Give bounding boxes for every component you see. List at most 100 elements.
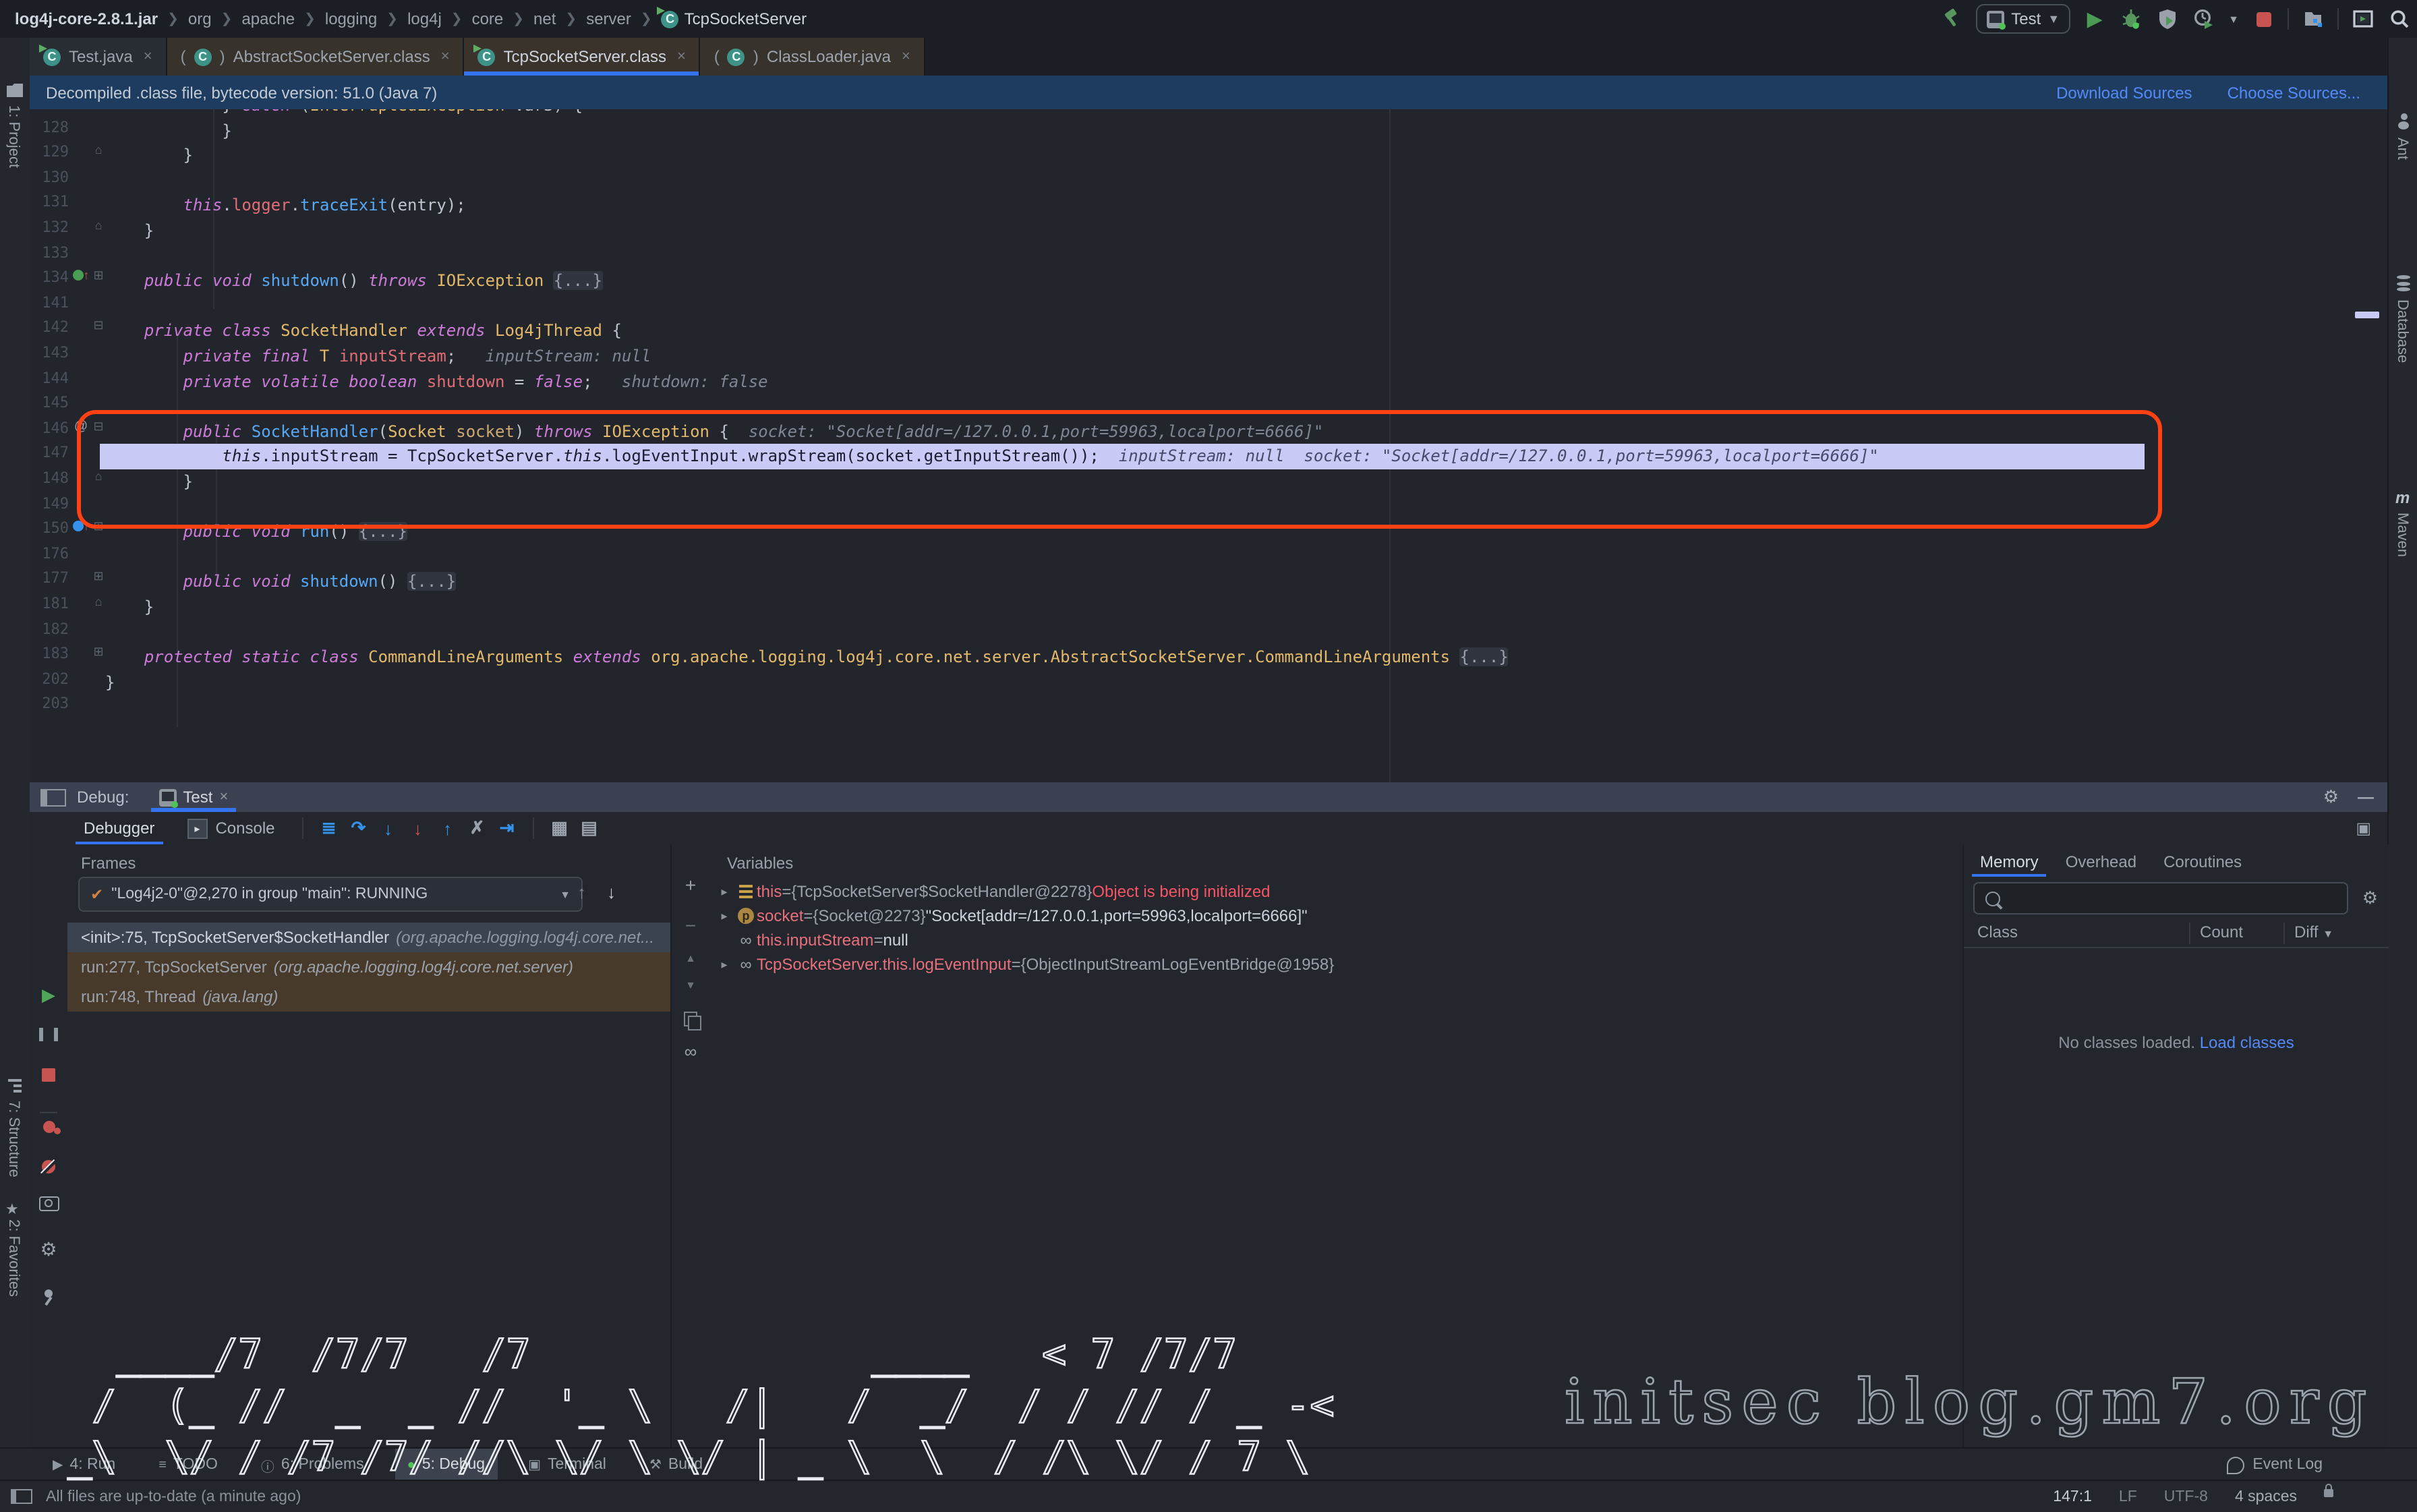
toolwindow-button-terminal[interactable]: ▣Terminal bbox=[516, 1449, 618, 1481]
variable-row[interactable]: ▸this = {TcpSocketServer$SocketHandler@2… bbox=[714, 879, 1968, 904]
close-icon[interactable]: × bbox=[219, 789, 228, 805]
frame-up-icon[interactable]: ↑ bbox=[577, 882, 586, 902]
mute-breakpoints-icon[interactable] bbox=[30, 1157, 67, 1177]
expander-icon[interactable]: ▸ bbox=[714, 957, 735, 972]
toolwindow-button-4-run[interactable]: ▶4: Run bbox=[40, 1449, 127, 1481]
fold-marker-icon[interactable]: ⌂ bbox=[90, 143, 107, 156]
sidebar-item-favorites[interactable]: 2: Favorites bbox=[5, 1219, 22, 1297]
editor-tab[interactable]: CTcpSocketServer.class× bbox=[465, 38, 701, 76]
sidebar-item-maven[interactable]: Maven bbox=[2394, 513, 2410, 557]
pause-icon[interactable] bbox=[30, 1025, 67, 1045]
fold-marker-icon[interactable]: ⌂ bbox=[90, 595, 107, 608]
expander-icon[interactable]: ▸ bbox=[714, 884, 735, 899]
evaluate-expression-icon[interactable]: ▦ bbox=[545, 816, 575, 840]
close-icon[interactable]: × bbox=[677, 49, 686, 65]
indent-style[interactable]: 4 spaces bbox=[2235, 1488, 2297, 1505]
error-stripe-current-line-mark[interactable] bbox=[2355, 312, 2379, 318]
move-down-icon[interactable]: ▼ bbox=[672, 979, 709, 991]
tab-debugger[interactable]: Debugger bbox=[67, 812, 171, 844]
step-into-icon[interactable]: ↓ bbox=[374, 816, 403, 840]
build-hammer-icon[interactable] bbox=[1940, 7, 1964, 31]
toolwindow-button-todo[interactable]: ≡TODO bbox=[146, 1449, 230, 1481]
thread-dump-camera-icon[interactable] bbox=[30, 1195, 67, 1215]
fold-marker-icon[interactable]: ⊞ bbox=[90, 645, 107, 660]
toolwindow-button-build[interactable]: ⚒Build bbox=[637, 1449, 715, 1481]
caret-position[interactable]: 147:1 bbox=[2053, 1488, 2092, 1505]
layout-icon[interactable] bbox=[11, 1489, 32, 1504]
readonly-lock-icon[interactable] bbox=[2324, 1488, 2333, 1496]
sidebar-item-ant[interactable]: Ant bbox=[2394, 138, 2410, 160]
force-step-into-icon[interactable]: ↓ bbox=[403, 816, 433, 840]
tab-console[interactable]: ▸Console bbox=[171, 812, 291, 844]
line-ending[interactable]: LF bbox=[2119, 1488, 2137, 1505]
memory-tab-coroutines[interactable]: Coroutines bbox=[2150, 847, 2255, 877]
thread-selector[interactable]: ✔ "Log4j2-0"@2,270 in group "main": RUNN… bbox=[78, 877, 583, 912]
hide-icon[interactable]: — bbox=[2358, 788, 2374, 807]
gear-icon[interactable]: ⚙ bbox=[2323, 786, 2339, 808]
load-classes-link[interactable]: Load classes bbox=[2200, 1033, 2294, 1052]
search-everywhere-icon[interactable] bbox=[2387, 7, 2412, 31]
toolwindow-button-5-debug[interactable]: ●5: Debug bbox=[395, 1449, 497, 1481]
show-watches-icon[interactable]: ∞ bbox=[672, 1041, 709, 1062]
frame-row[interactable]: run:277, TcpSocketServer(org.apache.logg… bbox=[67, 952, 670, 982]
frame-row[interactable]: <init>:75, TcpSocketServer$SocketHandler… bbox=[67, 923, 670, 952]
run-to-cursor-icon[interactable]: ⇥ bbox=[492, 816, 522, 840]
file-encoding[interactable]: UTF-8 bbox=[2164, 1488, 2208, 1505]
step-over-icon[interactable]: ↷ bbox=[344, 816, 374, 840]
sidebar-item-project[interactable]: 1: Project bbox=[5, 105, 22, 168]
override-gutter-icon[interactable]: ↑ bbox=[71, 268, 90, 283]
layout-icon[interactable]: ▣ bbox=[2356, 819, 2371, 838]
memory-tab-overhead[interactable]: Overhead bbox=[2052, 847, 2150, 877]
profiler-chevron-icon[interactable]: ▼ bbox=[2228, 13, 2239, 25]
memory-search[interactable] bbox=[1973, 882, 2348, 914]
toolwindow-button-6-problems[interactable]: ⓘ6: Problems bbox=[249, 1449, 376, 1481]
breadcrumb-item[interactable]: log4j bbox=[407, 9, 442, 28]
breadcrumb-item[interactable]: apache bbox=[241, 9, 295, 28]
breadcrumb-item[interactable]: net bbox=[533, 9, 556, 28]
breadcrumb-item[interactable]: core bbox=[472, 9, 504, 28]
sidebar-item-structure[interactable]: 7: Structure bbox=[5, 1101, 22, 1177]
settings-gear-icon[interactable]: ⚙ bbox=[30, 1238, 67, 1261]
breadcrumb-item[interactable]: CTcpSocketServer bbox=[662, 9, 807, 28]
fold-marker-icon[interactable]: ⊞ bbox=[90, 570, 107, 585]
memory-tab-memory[interactable]: Memory bbox=[1967, 847, 2052, 877]
project-folder-icon[interactable] bbox=[7, 84, 23, 97]
step-out-icon[interactable]: ↑ bbox=[433, 816, 463, 840]
frame-down-icon[interactable]: ↓ bbox=[607, 882, 616, 902]
ant-icon[interactable] bbox=[2398, 113, 2409, 129]
project-structure-icon[interactable] bbox=[2301, 7, 2325, 31]
stop-icon[interactable] bbox=[30, 1066, 67, 1086]
memory-gear-icon[interactable]: ⚙ bbox=[2362, 888, 2378, 909]
layout-settings-icon[interactable]: ▤ bbox=[575, 816, 604, 840]
breadcrumb-item[interactable]: logging bbox=[325, 9, 377, 28]
view-breakpoints-icon[interactable] bbox=[30, 1117, 67, 1137]
frame-row[interactable]: run:748, Thread(java.lang) bbox=[67, 982, 670, 1012]
breadcrumb-item[interactable]: log4j-core-2.8.1.jar bbox=[15, 9, 158, 28]
move-up-icon[interactable]: ▲ bbox=[672, 952, 709, 964]
coverage-button[interactable] bbox=[2155, 7, 2180, 31]
column-count[interactable]: Count bbox=[2200, 923, 2243, 941]
add-watch-icon[interactable]: + bbox=[672, 874, 709, 896]
drop-frame-icon[interactable]: ✗ bbox=[463, 816, 492, 840]
run-button[interactable]: ▶ bbox=[2083, 7, 2107, 31]
breadcrumb-item[interactable]: org bbox=[188, 9, 212, 28]
run-anything-icon[interactable] bbox=[2351, 7, 2375, 31]
column-class[interactable]: Class bbox=[1977, 923, 2018, 941]
maven-icon[interactable]: m bbox=[2395, 488, 2410, 507]
editor-tab[interactable]: (C)AbstractSocketServer.class× bbox=[167, 38, 465, 76]
fold-marker-icon[interactable]: ⌂ bbox=[90, 219, 107, 232]
show-execution-point-icon[interactable]: ≣ bbox=[314, 816, 344, 840]
editor-tab[interactable]: CTest.java× bbox=[30, 38, 167, 76]
editor-tab[interactable]: (C)ClassLoader.java× bbox=[701, 38, 925, 76]
duplicate-icon[interactable] bbox=[672, 1009, 709, 1033]
column-diff[interactable]: Diff ▼ bbox=[2294, 923, 2333, 941]
close-icon[interactable]: × bbox=[441, 49, 450, 65]
expander-icon[interactable]: ▸ bbox=[714, 908, 735, 923]
debug-button[interactable] bbox=[2119, 7, 2143, 31]
profiler-button[interactable] bbox=[2192, 7, 2216, 31]
remove-watch-icon[interactable]: − bbox=[672, 914, 709, 936]
choose-sources-link[interactable]: Choose Sources... bbox=[2227, 83, 2360, 102]
pin-icon[interactable] bbox=[30, 1281, 67, 1302]
breadcrumb-item[interactable]: server bbox=[586, 9, 631, 28]
database-icon[interactable] bbox=[2397, 275, 2410, 291]
